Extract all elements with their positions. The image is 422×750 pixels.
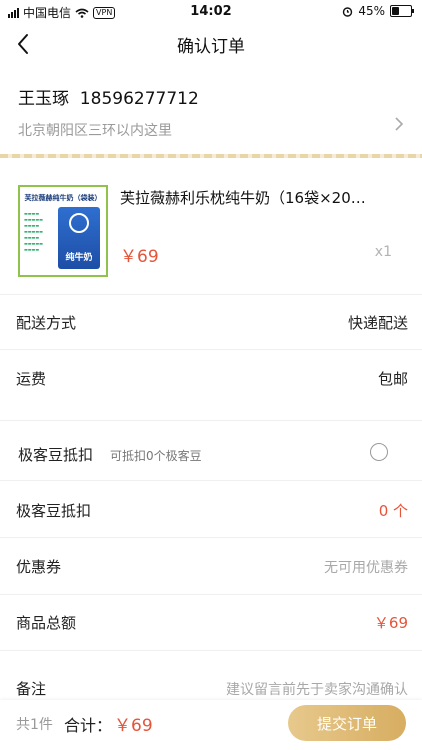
divider — [0, 349, 422, 350]
delivery-value[interactable]: 快递配送 — [348, 312, 408, 333]
divider — [0, 650, 422, 651]
note-input[interactable]: 建议留言前先于卖家沟通确认 — [226, 679, 408, 699]
address-line[interactable]: 北京朝阳区三环以内这里 — [18, 120, 172, 140]
product-price: ￥69 — [120, 247, 159, 267]
item-count: 共1件 — [16, 717, 53, 733]
nav-bar: 确认订单 — [0, 24, 422, 64]
divider — [0, 420, 422, 421]
page-title: 确认订单 — [177, 37, 245, 57]
beans-value[interactable]: 0 个 — [379, 500, 408, 521]
product-quantity: x1 — [374, 244, 392, 260]
alarm-icon — [343, 6, 353, 17]
beans-toggle-sub: 可抵扣0个极客豆 — [110, 449, 202, 463]
divider — [0, 480, 422, 481]
goods-total-label: 商品总额 — [16, 614, 77, 632]
sum-label: 合计： — [64, 716, 113, 735]
product-image-caption: 芙拉薇赫纯牛奶（袋装） — [24, 194, 102, 202]
product-image-pack-label: 纯牛奶 — [65, 253, 93, 263]
product-image-text-lines: ▬▬▬▬ ▬▬▬▬▬ ▬▬▬▬ ▬▬▬▬▬ ▬▬▬▬ ▬▬▬▬▬ ▬▬▬▬ — [24, 211, 43, 252]
checkout-bar: 共1件 合计： ￥69 提交订单 — [0, 700, 422, 750]
delivery-label: 配送方式 — [16, 314, 77, 332]
shipping-value: 包邮 — [377, 370, 408, 388]
milk-pack-graphic: 纯牛奶 — [58, 207, 100, 269]
beans-label: 极客豆抵扣 — [16, 502, 92, 520]
product-title[interactable]: 芙拉薇赫利乐枕纯牛奶（16袋×20… — [120, 187, 370, 208]
sum-value: ￥69 — [114, 716, 153, 736]
address-name-phone[interactable]: 王玉琢 18596277712 — [18, 84, 199, 109]
status-bar: 中国电信 VPN 14:02 45% — [0, 0, 422, 24]
divider — [0, 294, 422, 295]
coupon-value[interactable]: 无可用优惠券 — [324, 557, 408, 577]
note-label: 备注 — [16, 680, 47, 698]
address-divider-stripe — [0, 154, 422, 158]
coupon-label: 优惠券 — [16, 558, 62, 576]
submit-order-button[interactable]: 提交订单 — [288, 705, 406, 741]
shipping-label: 运费 — [16, 370, 47, 388]
product-image[interactable]: 芙拉薇赫纯牛奶（袋装） ▬▬▬▬ ▬▬▬▬▬ ▬▬▬▬ ▬▬▬▬▬ ▬▬▬▬ ▬▬▬▬▬ ▬… — [18, 185, 108, 277]
beans-radio[interactable] — [370, 443, 388, 461]
divider — [0, 594, 422, 595]
battery-icon — [390, 5, 414, 17]
beans-toggle-label: 极客豆抵扣 — [18, 446, 94, 464]
goods-total-value: ￥69 — [373, 614, 408, 632]
brand-logo — [69, 213, 89, 233]
chevron-right-icon[interactable] — [392, 114, 406, 134]
divider — [0, 537, 422, 538]
battery-percent: 45% — [358, 4, 385, 18]
